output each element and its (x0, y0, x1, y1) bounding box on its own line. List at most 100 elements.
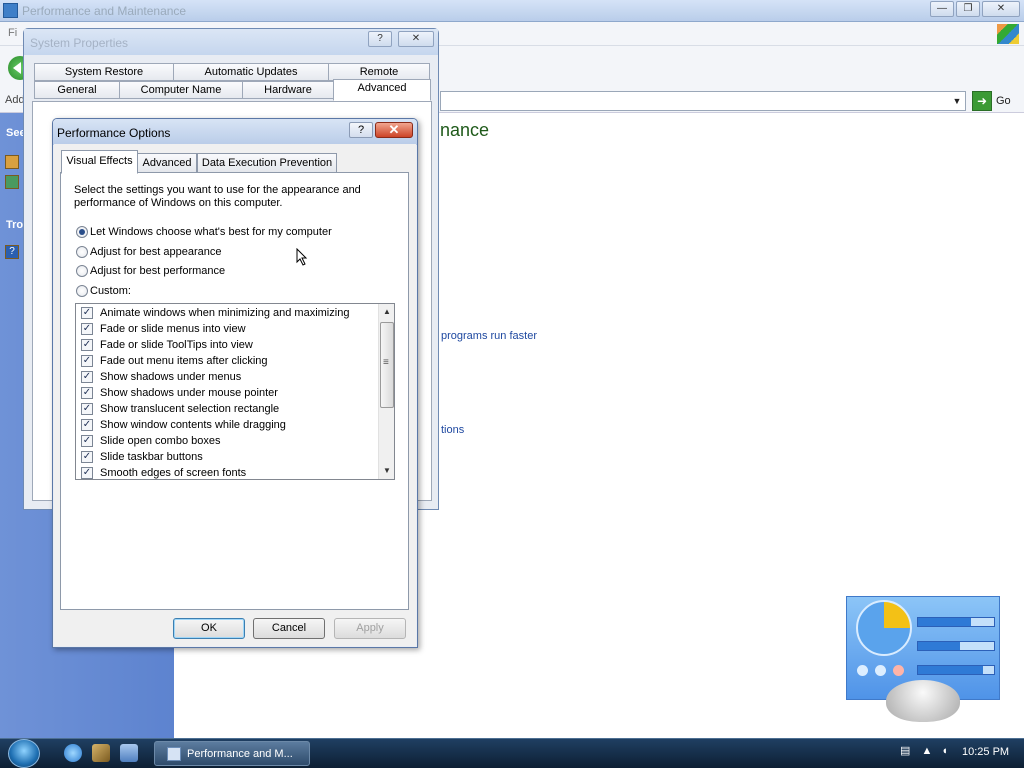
list-item-label: Slide taskbar buttons (100, 451, 203, 463)
tab-general[interactable]: General (34, 81, 120, 99)
list-item-label: Slide open combo boxes (100, 435, 221, 447)
tab-hardware[interactable]: Hardware (242, 81, 334, 99)
list-item[interactable]: ✓ Slide open combo boxes (80, 433, 376, 449)
tab-visual-effects[interactable]: Visual Effects (61, 150, 138, 174)
checkbox[interactable]: ✓ (81, 451, 93, 463)
list-item[interactable]: ✓ Show shadows under menus (80, 369, 376, 385)
list-scrollbar[interactable]: ▲ ▼ (378, 304, 394, 479)
start-button[interactable] (8, 739, 40, 768)
illustration-bar (917, 617, 995, 627)
list-item-label: Animate windows when minimizing and maxi… (100, 307, 350, 319)
list-item-label: Smooth edges of screen fonts (100, 467, 247, 479)
close-button[interactable]: ✕ (375, 122, 413, 138)
checkbox[interactable]: ✓ (81, 419, 93, 431)
performance-options-title-bar: Performance Options ? ✕ (53, 119, 417, 145)
list-item-label: Show shadows under menus (100, 371, 242, 383)
checkbox[interactable]: ✓ (81, 403, 93, 415)
close-button[interactable]: ✕ (982, 1, 1020, 17)
network-icon[interactable] (5, 175, 19, 189)
checkbox[interactable]: ✓ (81, 435, 93, 447)
illustration-bar (917, 641, 995, 651)
radio-let-windows-choose[interactable] (76, 226, 88, 238)
radio-label[interactable]: Let Windows choose what's best for my co… (90, 226, 332, 238)
address-input[interactable] (440, 91, 966, 111)
scroll-down-icon[interactable]: ▼ (379, 463, 394, 479)
address-label: Add (5, 94, 25, 106)
notification-area[interactable]: ▤ ▲ ◖ (900, 744, 948, 757)
help-button[interactable]: ? (368, 31, 392, 47)
radio-custom[interactable] (76, 285, 88, 297)
visual-effects-list[interactable]: ✓ Animate windows when minimizing and max… (75, 303, 395, 480)
list-item-label: Fade or slide ToolTips into view (100, 339, 253, 351)
list-item[interactable]: ✓ Show shadows under mouse pointer (80, 385, 376, 401)
show-hidden-icons-icon[interactable]: ▲ (921, 745, 932, 757)
windows-flag-icon (997, 24, 1019, 44)
checkbox[interactable]: ✓ (81, 307, 93, 319)
internet-explorer-icon[interactable] (64, 744, 82, 762)
illustration-dot (857, 665, 868, 676)
checkbox[interactable]: ✓ (81, 371, 93, 383)
tab-system-restore[interactable]: System Restore (34, 63, 174, 81)
troubleshooter-header: Tro (6, 219, 24, 231)
explorer-title-bar: Performance and Maintenance — ❐ ✕ (0, 0, 1024, 22)
radio-best-performance[interactable] (76, 265, 88, 277)
tab-advanced[interactable]: Advanced (137, 153, 197, 173)
checkbox[interactable]: ✓ (81, 339, 93, 351)
keyboard-icon[interactable]: ▤ (900, 745, 910, 757)
scroll-up-icon[interactable]: ▲ (379, 304, 394, 320)
close-button[interactable]: ✕ (398, 31, 434, 47)
performance-options-title: Performance Options (57, 126, 171, 140)
control-panel-icon (167, 747, 181, 761)
address-dropdown-icon[interactable]: ▼ (950, 93, 964, 109)
list-item[interactable]: ✓ Show window contents while dragging (80, 417, 376, 433)
illustration-bar (917, 665, 995, 675)
list-item-label: Fade or slide menus into view (100, 323, 246, 335)
list-item[interactable]: ✓ Slide taskbar buttons (80, 449, 376, 465)
illustration-dot (875, 665, 886, 676)
radio-label[interactable]: Adjust for best performance (90, 265, 225, 277)
apply-button[interactable]: Apply (334, 618, 406, 639)
visual-effects-description: Select the settings you want to use for … (74, 184, 361, 209)
list-item[interactable]: ✓ Fade or slide menus into view (80, 321, 376, 337)
go-label[interactable]: Go (996, 95, 1011, 107)
task-link-faster[interactable]: programs run faster (441, 330, 537, 342)
checkbox[interactable]: ✓ (81, 355, 93, 367)
checkbox[interactable]: ✓ (81, 467, 93, 479)
volume-icon[interactable]: ◖ (941, 745, 948, 757)
radio-label[interactable]: Custom: (90, 285, 131, 297)
checkbox[interactable]: ✓ (81, 387, 93, 399)
tab-data-execution-prevention[interactable]: Data Execution Prevention (197, 153, 337, 173)
clock[interactable]: 10:25 PM (962, 746, 1009, 758)
switch-windows-icon[interactable] (120, 744, 138, 762)
minimize-button[interactable]: — (930, 1, 954, 17)
tab-automatic-updates[interactable]: Automatic Updates (173, 63, 329, 81)
menu-file[interactable]: Fi (8, 27, 17, 39)
folder-icon[interactable] (5, 155, 19, 169)
radio-label[interactable]: Adjust for best appearance (90, 246, 221, 258)
list-item[interactable]: ✓ Fade or slide ToolTips into view (80, 337, 376, 353)
list-item[interactable]: ✓ Fade out menu items after clicking (80, 353, 376, 369)
list-item-label: Fade out menu items after clicking (100, 355, 268, 367)
checkbox[interactable]: ✓ (81, 323, 93, 335)
pie-chart-icon (856, 600, 912, 656)
category-heading: nance (440, 120, 490, 140)
explorer-title: Performance and Maintenance (22, 4, 187, 18)
tab-advanced[interactable]: Advanced (333, 79, 431, 101)
radio-best-appearance[interactable] (76, 246, 88, 258)
taskbar-button-label: Performance and M... (187, 748, 293, 760)
list-item[interactable]: ✓ Animate windows when minimizing and max… (80, 305, 376, 321)
media-icon[interactable] (92, 744, 110, 762)
go-arrow-icon[interactable]: ➜ (972, 91, 992, 111)
list-item[interactable]: ✓ Smooth edges of screen fonts (80, 465, 376, 479)
help-icon[interactable]: ? (5, 245, 19, 259)
restore-button[interactable]: ❐ (956, 1, 980, 17)
ok-button[interactable]: OK (173, 618, 245, 639)
help-button[interactable]: ? (349, 122, 373, 138)
scroll-thumb[interactable] (380, 322, 394, 408)
tab-computer-name[interactable]: Computer Name (119, 81, 243, 99)
system-properties-title-bar: System Properties ? ✕ (24, 29, 438, 55)
taskbar-button-performance[interactable]: Performance and M... (154, 741, 310, 766)
task-link-options[interactable]: tions (441, 424, 464, 436)
cancel-button[interactable]: Cancel (253, 618, 325, 639)
list-item[interactable]: ✓ Show translucent selection rectangle (80, 401, 376, 417)
